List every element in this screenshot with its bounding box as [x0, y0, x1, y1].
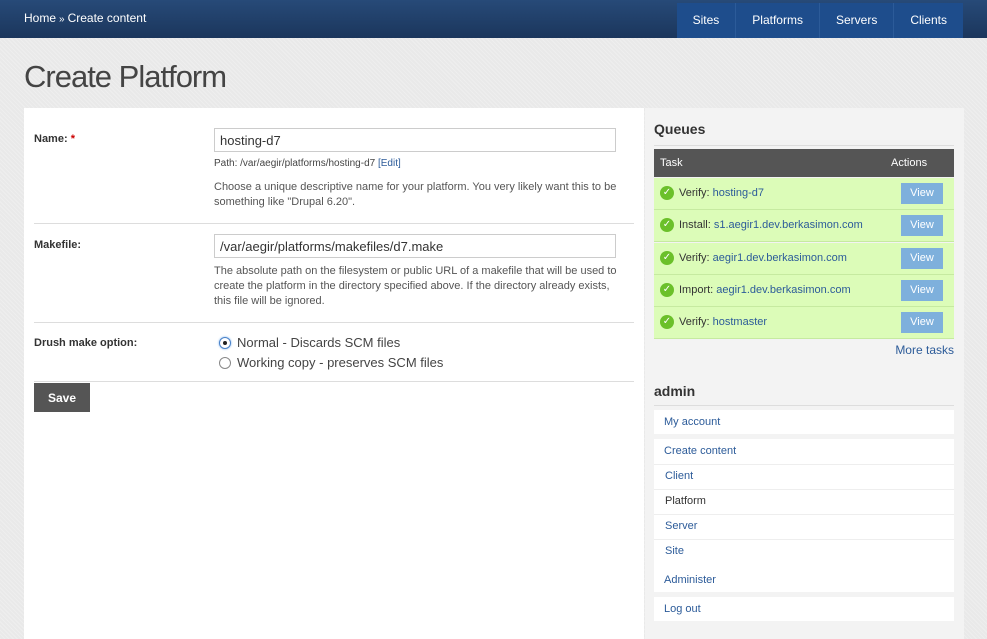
nav-tab-clients[interactable]: Clients [893, 3, 963, 38]
submenu-server[interactable]: Server [665, 520, 697, 532]
view-button[interactable]: View [901, 312, 943, 333]
submenu-site[interactable]: Site [665, 545, 684, 557]
nav-tab-sites[interactable]: Sites [676, 3, 736, 38]
name-description: Choose a unique descriptive name for you… [214, 181, 617, 208]
name-label: Name: * [34, 133, 75, 145]
radio-normal-label: Normal - Discards SCM files [237, 335, 401, 350]
actions-column-header: Actions [891, 157, 928, 169]
check-icon: ✓ [660, 315, 674, 329]
check-icon: ✓ [660, 218, 674, 232]
queue-task: Verify: hostmaster [679, 316, 768, 328]
page-title: Create Platform [24, 59, 227, 94]
queue-task-link[interactable]: hostmaster [713, 316, 767, 328]
queue-row: ✓ Verify: hostmaster View [654, 307, 954, 339]
task-column-header: Task [660, 157, 683, 169]
drush-option-normal[interactable]: Normal - Discards SCM files [219, 335, 400, 350]
queue-task-link[interactable]: aegir1.dev.berkasimon.com [713, 252, 847, 264]
queue-task: Install: s1.aegir1.dev.berkasimon.com [679, 219, 863, 231]
menu-administer[interactable]: Administer [654, 568, 954, 592]
view-button[interactable]: View [901, 183, 943, 204]
menu-administer-label: Administer [664, 574, 716, 586]
makefile-description: The absolute path on the filesystem or p… [214, 265, 617, 307]
nav-tab-platforms[interactable]: Platforms [735, 3, 819, 38]
breadcrumb-home[interactable]: Home [24, 11, 56, 25]
queue-task-link[interactable]: hosting-d7 [713, 187, 764, 199]
queues-title: Queues [654, 121, 706, 137]
makefile-label: Makefile: [34, 239, 82, 251]
name-input[interactable] [214, 128, 616, 152]
radio-working-copy[interactable] [219, 356, 231, 369]
queue-table-header: Task Actions [654, 149, 954, 177]
check-icon: ✓ [660, 251, 674, 265]
drush-row: Drush make option: Normal - Discards SCM… [34, 323, 634, 382]
check-icon: ✓ [660, 186, 674, 200]
menu-my-account[interactable]: My account [654, 410, 954, 434]
name-row: Name: * Path: /var/aegir/platforms/hosti… [34, 108, 634, 224]
check-icon: ✓ [660, 283, 674, 297]
path-line: Path: /var/aegir/platforms/hosting-d7 [E… [214, 158, 401, 169]
queue-row: ✓ Import: aegir1.dev.berkasimon.com View [654, 275, 954, 307]
top-bar: Home» Create content Sites Platforms Serv… [0, 0, 987, 38]
queue-task-link[interactable]: aegir1.dev.berkasimon.com [716, 284, 850, 296]
menu-log-out-label: Log out [664, 603, 701, 615]
admin-divider [654, 405, 954, 406]
menu-log-out[interactable]: Log out [654, 597, 954, 621]
create-platform-form: Name: * Path: /var/aegir/platforms/hosti… [24, 108, 644, 639]
sidebar: Queues Task Actions ✓ Verify: hosting-d7… [645, 108, 964, 639]
makefile-input[interactable] [214, 234, 616, 258]
view-button[interactable]: View [901, 248, 943, 269]
edit-path-link[interactable]: [Edit] [378, 158, 401, 169]
drush-option-working-copy[interactable]: Working copy - preserves SCM files [219, 355, 443, 370]
queues-divider [654, 145, 954, 146]
queue-task: Verify: hosting-d7 [679, 187, 765, 199]
top-nav: Sites Platforms Servers Clients [676, 3, 963, 38]
queue-row: ✓ Install: s1.aegir1.dev.berkasimon.com … [654, 210, 954, 242]
submenu-divider [654, 514, 954, 515]
submenu-divider [654, 489, 954, 490]
queue-task: Verify: aegir1.dev.berkasimon.com [679, 252, 847, 264]
breadcrumb-create-content[interactable]: Create content [68, 11, 147, 25]
submenu-divider [654, 539, 954, 540]
queue-row: ✓ Verify: hosting-d7 View [654, 178, 954, 210]
radio-normal[interactable] [219, 336, 231, 349]
nav-tab-servers[interactable]: Servers [818, 3, 894, 38]
submenu-divider [654, 464, 954, 465]
makefile-row: Makefile: The absolute path on the files… [34, 224, 634, 323]
submenu-platform[interactable]: Platform [665, 495, 706, 507]
view-button[interactable]: View [901, 215, 943, 236]
view-button[interactable]: View [901, 280, 943, 301]
drush-label: Drush make option: [34, 337, 138, 349]
breadcrumb: Home» Create content [24, 11, 146, 25]
menu-my-account-label: My account [664, 416, 721, 428]
queue-task-link[interactable]: s1.aegir1.dev.berkasimon.com [714, 219, 863, 231]
breadcrumb-separator: » [59, 14, 65, 25]
name-label-text: Name: [34, 133, 68, 145]
submenu-client[interactable]: Client [665, 470, 693, 482]
queue-task: Import: aegir1.dev.berkasimon.com [679, 284, 851, 296]
path-text: Path: /var/aegir/platforms/hosting-d7 [214, 158, 376, 169]
queue-row: ✓ Verify: aegir1.dev.berkasimon.com View [654, 243, 954, 275]
save-button[interactable]: Save [34, 383, 90, 412]
menu-create-content-label[interactable]: Create content [664, 445, 736, 457]
radio-working-copy-label: Working copy - preserves SCM files [237, 355, 444, 370]
admin-title: admin [654, 383, 696, 399]
more-tasks-link[interactable]: More tasks [895, 343, 954, 357]
required-marker: * [70, 133, 75, 145]
